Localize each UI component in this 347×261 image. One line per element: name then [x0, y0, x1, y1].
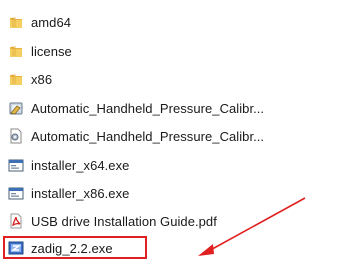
file-item-calibration-setup[interactable]: Automatic_Handheld_Pressure_Calibr... [8, 125, 264, 147]
pdf-icon [8, 213, 24, 229]
file-name: USB drive Installation Guide.pdf [31, 213, 217, 229]
exe-window-icon [8, 157, 24, 173]
folder-icon [8, 71, 24, 87]
file-item-calibration-app[interactable]: Automatic_Handheld_Pressure_Calibr... [8, 97, 264, 119]
file-name: installer_x64.exe [31, 157, 130, 173]
file-name: Automatic_Handheld_Pressure_Calibr... [31, 128, 265, 144]
file-list: amd64 license x86 Automatic_Handheld_Pre… [0, 0, 347, 261]
file-name: x86 [31, 71, 53, 87]
file-name: license [31, 43, 72, 59]
file-item-amd64[interactable]: amd64 [8, 11, 71, 33]
application-icon [8, 100, 24, 116]
folder-icon [8, 43, 24, 59]
file-name: Automatic_Handheld_Pressure_Calibr... [31, 100, 265, 116]
file-item-installer-x64[interactable]: installer_x64.exe [8, 154, 129, 176]
setup-file-icon [8, 128, 24, 144]
highlight-box [3, 236, 147, 259]
file-item-x86[interactable]: x86 [8, 68, 52, 90]
file-item-license[interactable]: license [8, 40, 72, 62]
file-name: installer_x86.exe [31, 185, 130, 201]
file-item-installer-x86[interactable]: installer_x86.exe [8, 182, 129, 204]
file-item-usb-guide-pdf[interactable]: USB drive Installation Guide.pdf [8, 210, 217, 232]
file-name: amd64 [31, 14, 71, 30]
exe-window-icon [8, 185, 24, 201]
folder-icon [8, 14, 24, 30]
